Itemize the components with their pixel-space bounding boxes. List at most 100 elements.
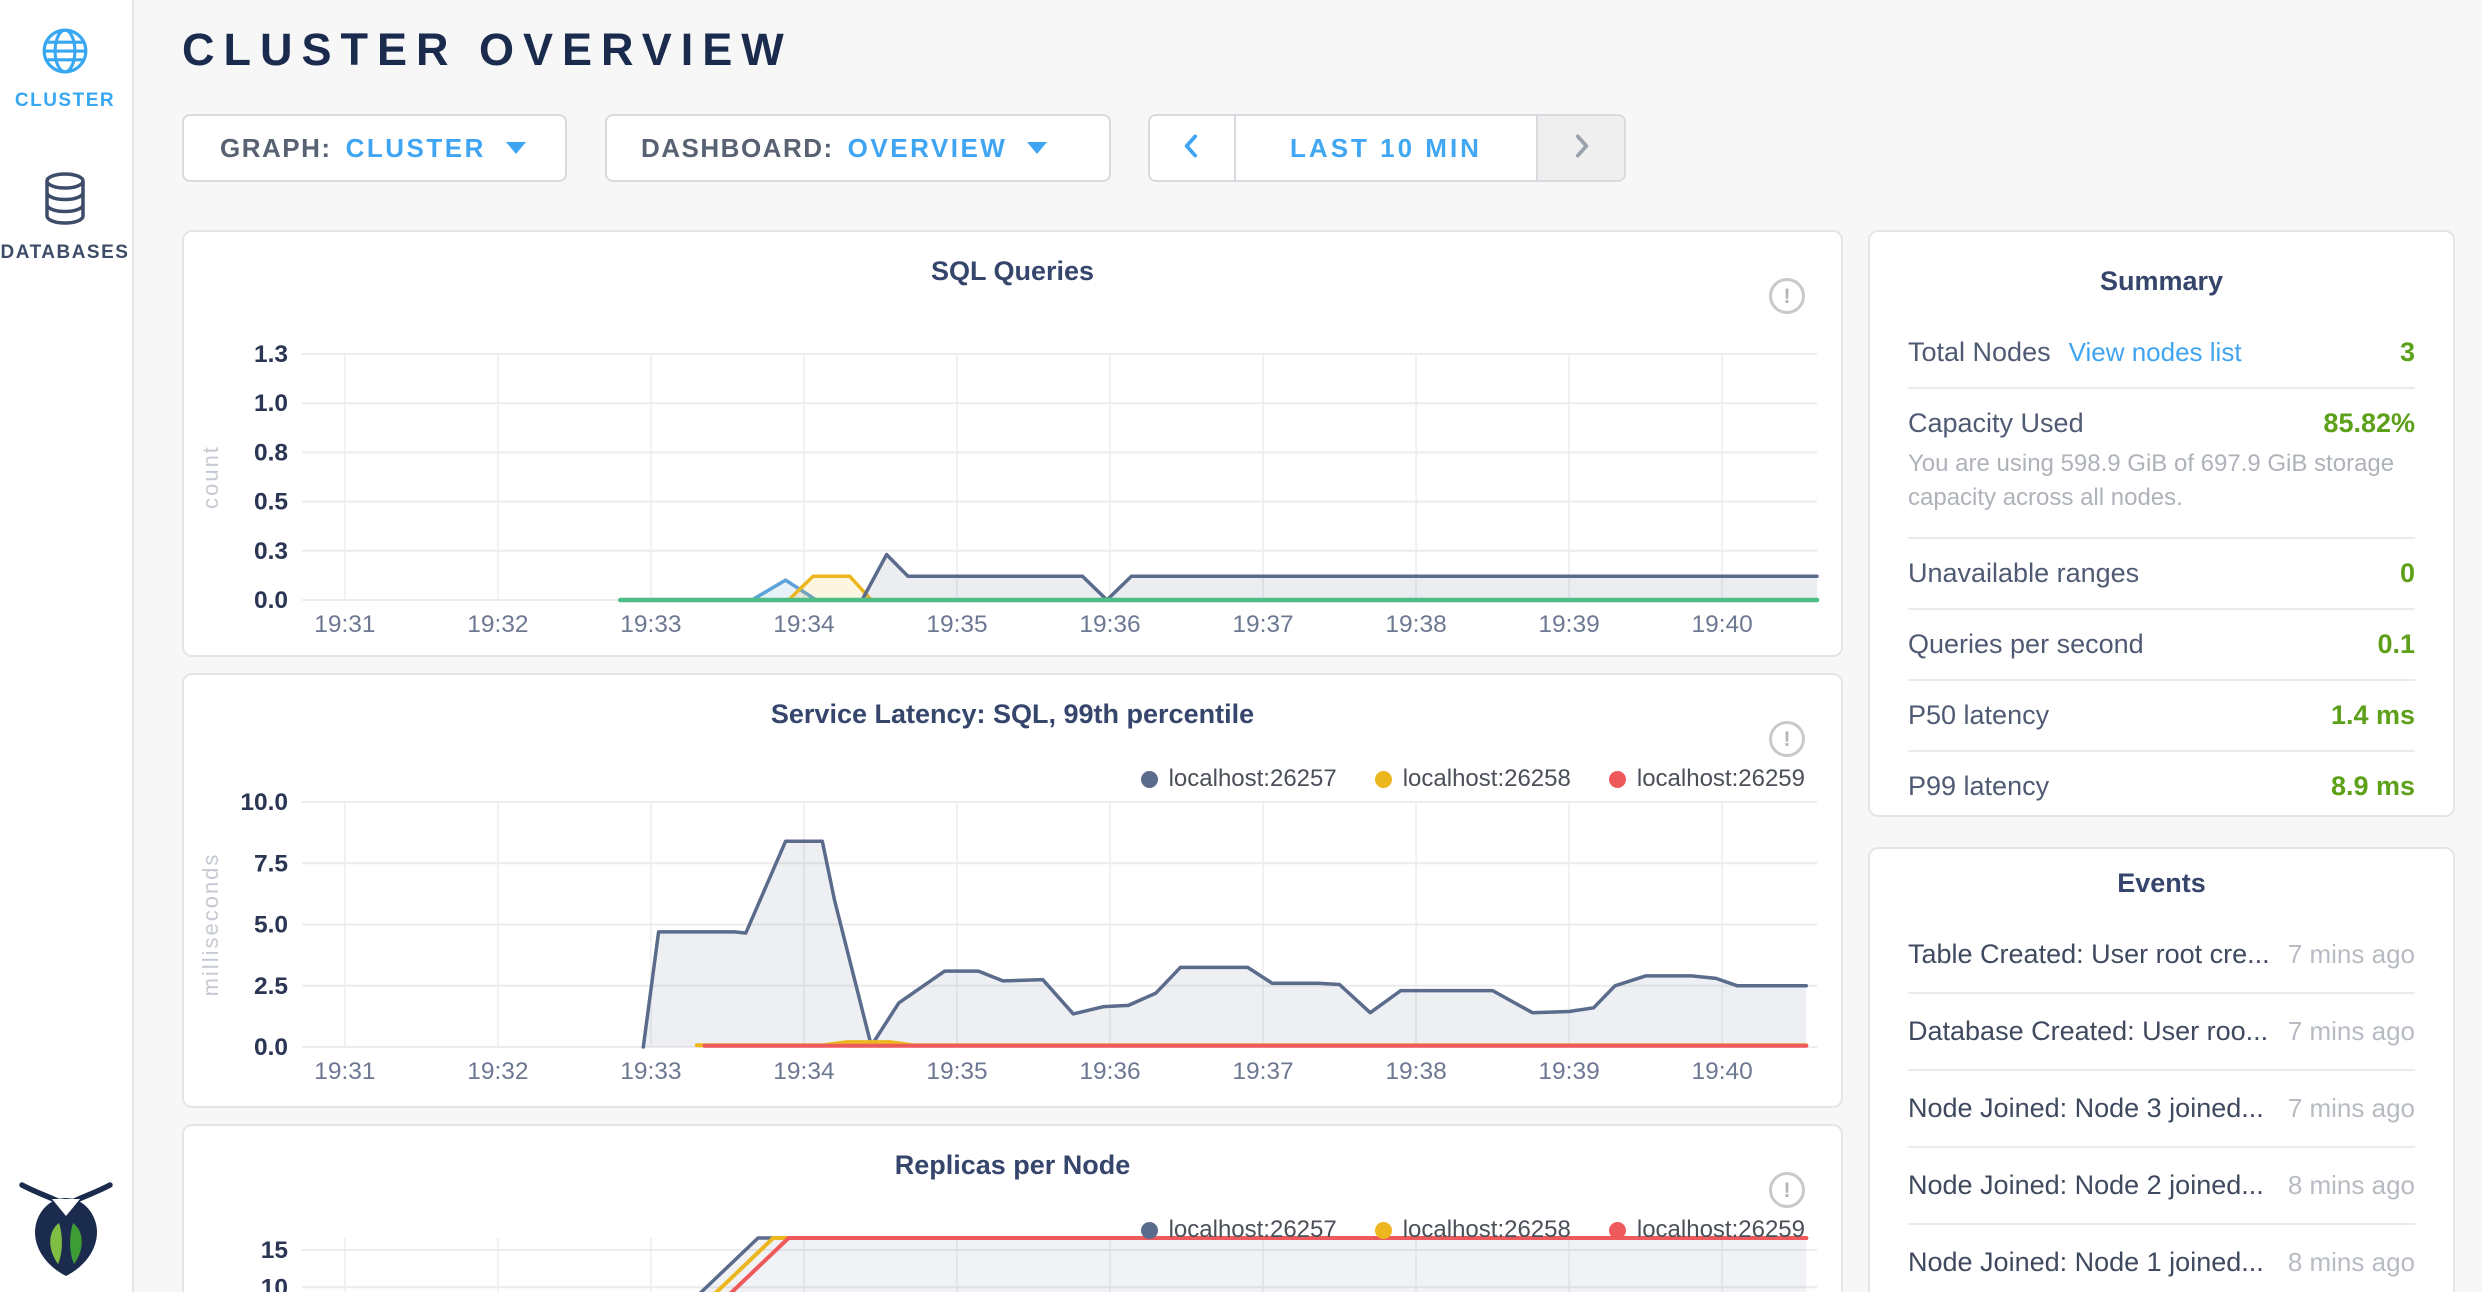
globe-icon (40, 63, 90, 80)
event-text: Node Joined: Node 3 joined... (1908, 1093, 2264, 1124)
svg-text:1.0: 1.0 (254, 390, 288, 417)
chevron-right-icon (1570, 131, 1592, 166)
svg-text:19:31: 19:31 (314, 1058, 375, 1085)
summary-rows: Total NodesView nodes list 3 Capacity Us… (1908, 318, 2415, 821)
svg-text:19:35: 19:35 (926, 611, 987, 638)
svg-text:19:35: 19:35 (926, 1058, 987, 1085)
graph-dropdown[interactable]: GRAPH: CLUSTER (182, 114, 567, 182)
chart-title: SQL Queries (184, 256, 1841, 287)
svg-text:10: 10 (261, 1274, 288, 1292)
chevron-down-icon (1027, 142, 1047, 154)
time-range-label: LAST 10 MIN (1290, 133, 1482, 164)
event-text: Node Joined: Node 1 joined... (1908, 1247, 2264, 1278)
svg-text:milliseconds: milliseconds (198, 853, 223, 997)
sql-queries-chart-card: 19:3119:3219:3319:3419:3519:3619:3719:38… (182, 230, 1843, 657)
sidebar-item-cluster[interactable]: CLUSTER (0, 26, 130, 112)
time-range-picker: LAST 10 MIN (1148, 114, 1626, 182)
chevron-left-icon (1181, 131, 1203, 166)
info-icon[interactable] (1769, 278, 1805, 314)
chart-legend: localhost:26257 localhost:26258 localhost:… (1141, 765, 1805, 793)
summary-label: Total Nodes (1908, 337, 2051, 367)
summary-label: Capacity Used (1908, 408, 2084, 439)
svg-text:19:40: 19:40 (1691, 611, 1752, 638)
chart-title: Replicas per Node (184, 1150, 1841, 1181)
cluster-overview-page: CLUSTER DATABASES (0, 0, 2482, 1292)
summary-value: 0.1 (2377, 629, 2415, 660)
svg-text:19:40: 19:40 (1691, 1058, 1752, 1085)
legend-item[interactable]: localhost:26257 (1141, 765, 1337, 793)
summary-label: Unavailable ranges (1908, 558, 2139, 589)
summary-label: Queries per second (1908, 629, 2144, 660)
svg-text:1.3: 1.3 (254, 341, 288, 368)
svg-text:5.0: 5.0 (254, 912, 288, 939)
events-list: Table Created: User root cre... 7 mins a… (1908, 917, 2415, 1292)
summary-title: Summary (1870, 232, 2453, 297)
legend-item[interactable]: localhost:26257 (1141, 1216, 1337, 1244)
event-time: 7 mins ago (2288, 939, 2415, 970)
svg-text:19:34: 19:34 (773, 1058, 834, 1085)
svg-text:19:37: 19:37 (1232, 611, 1293, 638)
svg-text:19:36: 19:36 (1079, 1058, 1140, 1085)
summary-row-total-nodes: Total NodesView nodes list 3 (1908, 318, 2415, 389)
chart-title: Service Latency: SQL, 99th percentile (184, 699, 1841, 730)
sql-queries-chart[interactable]: 19:3119:3219:3319:3419:3519:3619:3719:38… (184, 232, 1841, 655)
summary-value: 0 (2400, 558, 2415, 589)
info-icon[interactable] (1769, 721, 1805, 757)
summary-row-capacity: Capacity Used 85.82% You are using 598.9… (1908, 389, 2415, 539)
event-time: 7 mins ago (2288, 1093, 2415, 1124)
svg-text:19:39: 19:39 (1538, 1058, 1599, 1085)
event-row: Node Joined: Node 1 joined... 8 mins ago (1908, 1225, 2415, 1292)
svg-text:19:33: 19:33 (620, 1058, 681, 1085)
legend-item[interactable]: localhost:26258 (1375, 1216, 1571, 1244)
svg-text:19:34: 19:34 (773, 611, 834, 638)
svg-text:19:38: 19:38 (1385, 1058, 1446, 1085)
legend-dot-icon (1609, 771, 1626, 788)
svg-text:0.0: 0.0 (254, 1034, 288, 1061)
summary-label: P99 latency (1908, 771, 2049, 802)
summary-row-qps: Queries per second 0.1 (1908, 610, 2415, 681)
svg-text:19:38: 19:38 (1385, 611, 1446, 638)
legend-item[interactable]: localhost:26259 (1609, 1216, 1805, 1244)
chevron-down-icon (506, 142, 526, 154)
event-row: Table Created: User root cre... 7 mins a… (1908, 917, 2415, 994)
dashboard-dropdown[interactable]: DASHBOARD: OVERVIEW (605, 114, 1111, 182)
legend-label: localhost:26259 (1637, 765, 1805, 793)
svg-text:15: 15 (261, 1237, 288, 1264)
event-row: Node Joined: Node 3 joined... 7 mins ago (1908, 1071, 2415, 1148)
legend-item[interactable]: localhost:26259 (1609, 765, 1805, 793)
info-icon[interactable] (1769, 1172, 1805, 1208)
replicas-chart-card: 19:3119:3219:3319:3419:3519:3619:3719:38… (182, 1124, 1843, 1292)
legend-label: localhost:26258 (1403, 765, 1571, 793)
summary-value: 85.82% (2323, 408, 2415, 439)
svg-text:19:33: 19:33 (620, 611, 681, 638)
event-time: 8 mins ago (2288, 1170, 2415, 1201)
dashboard-dropdown-value: OVERVIEW (848, 133, 1008, 164)
sidebar-item-label: DATABASES (0, 242, 130, 264)
legend-label: localhost:26257 (1169, 765, 1337, 793)
database-icon (39, 215, 91, 232)
sidebar-item-databases[interactable]: DATABASES (0, 170, 130, 264)
sidebar-item-label: CLUSTER (0, 90, 130, 112)
time-prev-button[interactable] (1150, 116, 1236, 180)
summary-value: 8.9 ms (2331, 771, 2415, 802)
svg-text:19:32: 19:32 (467, 1058, 528, 1085)
events-panel: Events Table Created: User root cre... 7… (1868, 847, 2455, 1292)
svg-text:0.5: 0.5 (254, 489, 288, 516)
time-range-button[interactable]: LAST 10 MIN (1236, 116, 1536, 180)
cockroachdb-logo[interactable] (18, 1175, 114, 1284)
svg-text:19:31: 19:31 (314, 611, 375, 638)
graph-dropdown-value: CLUSTER (346, 133, 486, 164)
summary-row-p50: P50 latency 1.4 ms (1908, 681, 2415, 752)
events-title: Events (1870, 849, 2453, 899)
legend-label: localhost:26258 (1403, 1216, 1571, 1244)
time-next-button[interactable] (1536, 116, 1624, 180)
service-latency-chart[interactable]: 19:3119:3219:3319:3419:3519:3619:3719:38… (184, 675, 1841, 1106)
view-nodes-list-link[interactable]: View nodes list (2069, 337, 2242, 367)
legend-label: localhost:26259 (1637, 1216, 1805, 1244)
service-latency-chart-card: 19:3119:3219:3319:3419:3519:3619:3719:38… (182, 673, 1843, 1108)
legend-item[interactable]: localhost:26258 (1375, 765, 1571, 793)
legend-label: localhost:26257 (1169, 1216, 1337, 1244)
sidebar: CLUSTER DATABASES (0, 0, 134, 1292)
page-title: CLUSTER OVERVIEW (182, 24, 793, 76)
svg-text:2.5: 2.5 (254, 973, 288, 1000)
